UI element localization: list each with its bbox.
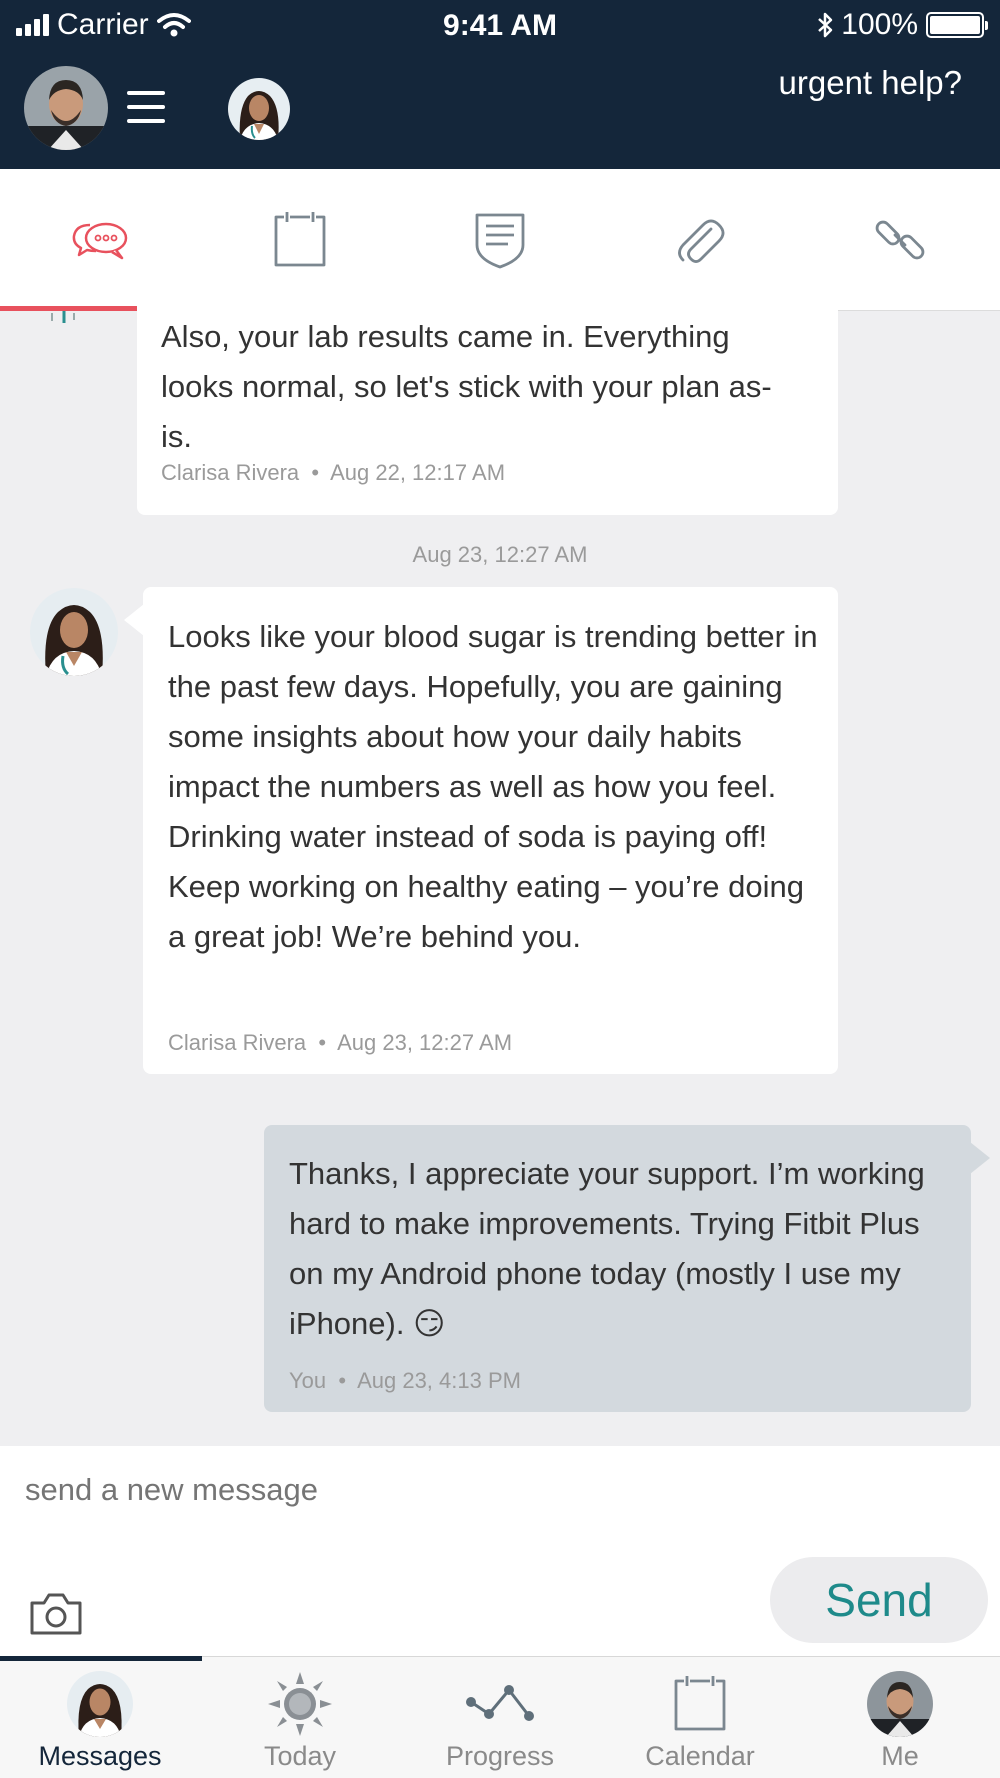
- section-tab-bar: [0, 169, 1000, 311]
- send-button[interactable]: Send: [770, 1557, 988, 1643]
- outgoing-message-bubble: Thanks, I appreciate your support. I’m w…: [264, 1125, 971, 1412]
- status-bar: Carrier 9:41 AM 100%: [0, 0, 1000, 54]
- nav-today[interactable]: Today: [200, 1657, 400, 1778]
- progress-icon: [466, 1685, 534, 1721]
- nav-calendar[interactable]: Calendar: [600, 1657, 800, 1778]
- message-author: You: [289, 1368, 327, 1393]
- tab-messages[interactable]: [0, 169, 200, 311]
- meta-dot: •: [305, 460, 331, 485]
- message-author: Clarisa Rivera: [161, 460, 300, 485]
- menu-icon[interactable]: [127, 91, 165, 123]
- provider-avatar-nav: [67, 1671, 133, 1737]
- nav-label: Today: [263, 1741, 337, 1771]
- tab-links[interactable]: [800, 169, 1000, 311]
- message-bubble: Also, your lab results came in. Everythi…: [137, 300, 838, 515]
- meta-dot: •: [332, 1368, 358, 1393]
- message-text: Thanks, I appreciate your support. I’m w…: [289, 1156, 925, 1341]
- camera-icon[interactable]: [28, 1591, 84, 1637]
- message-input[interactable]: [25, 1472, 925, 1508]
- smirk-emoji: 😏: [413, 1306, 446, 1341]
- status-right: 100%: [817, 8, 988, 42]
- tab-calendar[interactable]: [200, 169, 400, 311]
- message-meta: You • Aug 23, 4:13 PM: [289, 1368, 521, 1394]
- provider-avatar[interactable]: [228, 78, 290, 140]
- tab-attachments[interactable]: [600, 169, 800, 311]
- message-meta: Clarisa Rivera • Aug 23, 12:27 AM: [168, 1030, 512, 1056]
- message-time: Aug 23, 12:27 AM: [337, 1030, 513, 1055]
- battery-percent: 100%: [841, 8, 918, 41]
- nav-label: Messages: [38, 1741, 162, 1771]
- provider-avatar-partial: [46, 311, 86, 325]
- nav-label: Progress: [445, 1741, 555, 1771]
- nav-progress[interactable]: Progress: [400, 1657, 600, 1778]
- user-avatar-nav: [867, 1671, 933, 1737]
- nav-messages[interactable]: Messages: [0, 1657, 200, 1778]
- date-separator: Aug 23, 12:27 AM: [412, 542, 588, 567]
- message-bubble: Looks like your blood sugar is trending …: [143, 587, 838, 1074]
- shield-notes-icon: [475, 213, 525, 269]
- clipboard-icon: [274, 212, 326, 267]
- message-meta: Clarisa Rivera • Aug 22, 12:17 AM: [161, 460, 505, 486]
- nav-label: Calendar: [645, 1741, 755, 1771]
- message-time: Aug 23, 4:13 PM: [357, 1368, 521, 1393]
- nav-me[interactable]: Me: [800, 1657, 1000, 1778]
- compose-area: Send: [0, 1446, 1000, 1656]
- provider-avatar-message[interactable]: [30, 588, 118, 676]
- link-icon: [875, 220, 925, 260]
- user-avatar[interactable]: [24, 66, 108, 150]
- bluetooth-icon: [818, 12, 833, 38]
- bottom-nav: Messages Today Progress Calendar Me: [0, 1656, 1000, 1778]
- message-time: Aug 22, 12:17 AM: [330, 460, 506, 485]
- chat-bubbles-icon: [72, 222, 128, 260]
- bubble-tail: [970, 1142, 990, 1174]
- message-author: Clarisa Rivera: [168, 1030, 307, 1055]
- top-bar: urgent help?: [0, 54, 1000, 169]
- nav-label: Me: [881, 1741, 919, 1771]
- meta-dot: •: [312, 1030, 338, 1055]
- urgent-help-link[interactable]: urgent help?: [762, 62, 962, 104]
- message-text: Looks like your blood sugar is trending …: [168, 619, 818, 954]
- calendar-icon: [674, 1676, 726, 1731]
- tab-notes[interactable]: [400, 169, 600, 311]
- message-text: Also, your lab results came in. Everythi…: [161, 319, 772, 454]
- sun-icon: [268, 1672, 332, 1736]
- battery-icon: [926, 12, 988, 38]
- bubble-tail: [124, 604, 144, 636]
- paperclip-icon: [678, 219, 725, 263]
